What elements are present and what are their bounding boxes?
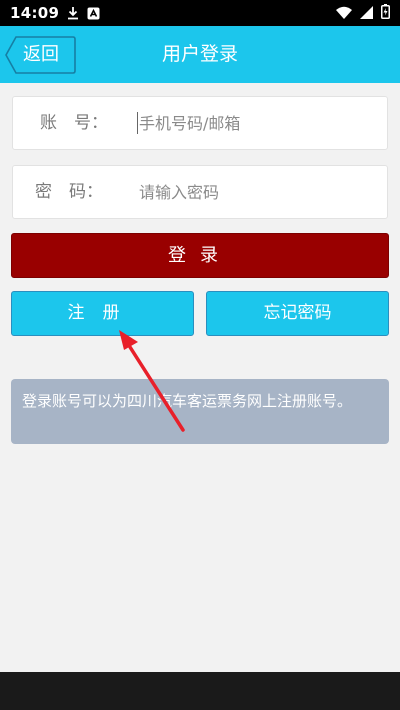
login-button[interactable]: 登录 <box>11 233 389 278</box>
account-field[interactable]: 账 号： <box>12 96 388 150</box>
wifi-icon <box>336 4 352 23</box>
account-input[interactable] <box>138 105 379 141</box>
app-notification-icon <box>87 7 100 20</box>
download-icon <box>67 6 79 20</box>
forgot-password-button[interactable]: 忘记密码 <box>206 291 389 336</box>
login-notice: 登录账号可以为四川汽车客运票务网上注册账号。 <box>11 379 389 444</box>
title-bar: 返回 用户登录 <box>0 26 400 83</box>
battery-icon <box>381 3 390 23</box>
password-field[interactable]: 密 码： <box>12 165 388 219</box>
status-bar: 14:09 <box>0 0 400 26</box>
back-button[interactable]: 返回 <box>5 36 76 74</box>
system-navigation-bar <box>0 672 400 710</box>
account-label: 账 号： <box>40 113 108 133</box>
back-button-label: 返回 <box>23 44 59 65</box>
signal-icon <box>360 4 373 23</box>
password-label: 密 码： <box>35 182 103 202</box>
password-input[interactable] <box>138 174 379 210</box>
status-time: 14:09 <box>10 4 60 22</box>
register-button[interactable]: 注册 <box>11 291 194 336</box>
